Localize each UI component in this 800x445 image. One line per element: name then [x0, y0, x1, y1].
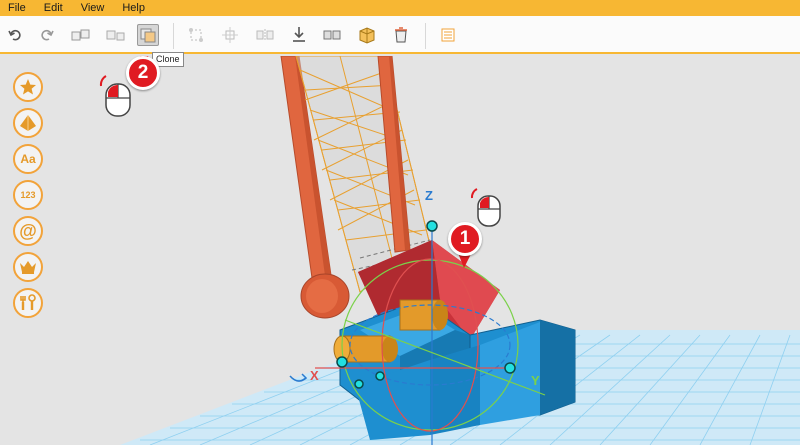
toolbar	[0, 16, 800, 54]
step-2-badge: 2	[126, 56, 160, 90]
drop-to-floor-icon	[293, 27, 305, 42]
mouse-icon	[99, 75, 131, 117]
menu-view[interactable]: View	[72, 0, 114, 16]
clone-button[interactable]	[137, 24, 159, 46]
align-button[interactable]	[219, 24, 241, 46]
align-icon	[222, 27, 238, 43]
transform-button[interactable]	[185, 24, 207, 46]
transform-icon	[189, 28, 203, 42]
shapes-button[interactable]	[13, 108, 43, 138]
crown-icon	[20, 261, 36, 274]
undo-icon	[8, 29, 21, 41]
shapes-icon	[20, 115, 36, 131]
text-button[interactable]: Aa	[13, 144, 43, 174]
clone-icon	[140, 28, 156, 43]
symbols-button[interactable]: @	[13, 216, 43, 246]
ungroup-icon	[106, 30, 125, 41]
3d-viewport[interactable]: X Y Z	[0, 56, 800, 445]
group-icon	[71, 29, 90, 41]
step-1-badge: 1	[448, 222, 482, 256]
menu-help[interactable]: Help	[113, 0, 154, 16]
combine-button[interactable]	[356, 24, 378, 46]
mirror-button[interactable]	[254, 24, 276, 46]
favorites-button[interactable]	[13, 72, 43, 102]
tools-icon	[20, 294, 36, 310]
redo-button[interactable]	[36, 24, 58, 46]
numbers-button[interactable]: 123	[13, 180, 43, 210]
menu-bar: File Edit View Help	[0, 0, 800, 16]
toolbar-separator	[425, 23, 426, 49]
toolbar-separator	[173, 23, 174, 49]
axis-z-label: Z	[425, 188, 433, 203]
mirror-icon	[256, 29, 274, 41]
scene	[99, 56, 800, 445]
split-button[interactable]	[321, 24, 343, 46]
menu-file[interactable]: File	[0, 0, 35, 16]
delete-icon	[395, 27, 407, 43]
group-button[interactable]	[70, 24, 92, 46]
crown-button[interactable]	[13, 252, 43, 282]
menu-edit[interactable]: Edit	[35, 0, 72, 16]
combine-icon	[359, 27, 375, 44]
ungroup-button[interactable]	[105, 24, 127, 46]
split-icon	[323, 30, 341, 40]
drop-to-floor-button[interactable]	[288, 24, 310, 46]
delete-button[interactable]	[390, 24, 412, 46]
mouse-icon	[470, 188, 501, 227]
settings-panel-icon	[441, 28, 455, 42]
axis-x-label: X	[310, 368, 319, 383]
axis-y-label: Y	[531, 373, 540, 388]
text-icon: Aa	[20, 152, 36, 166]
star-icon	[20, 79, 36, 95]
redo-icon	[41, 29, 54, 41]
symbols-icon: @	[19, 220, 37, 241]
tools-button[interactable]	[13, 288, 43, 318]
numbers-icon: 123	[20, 190, 36, 200]
settings-panel-button[interactable]	[437, 24, 459, 46]
undo-button[interactable]	[4, 24, 26, 46]
